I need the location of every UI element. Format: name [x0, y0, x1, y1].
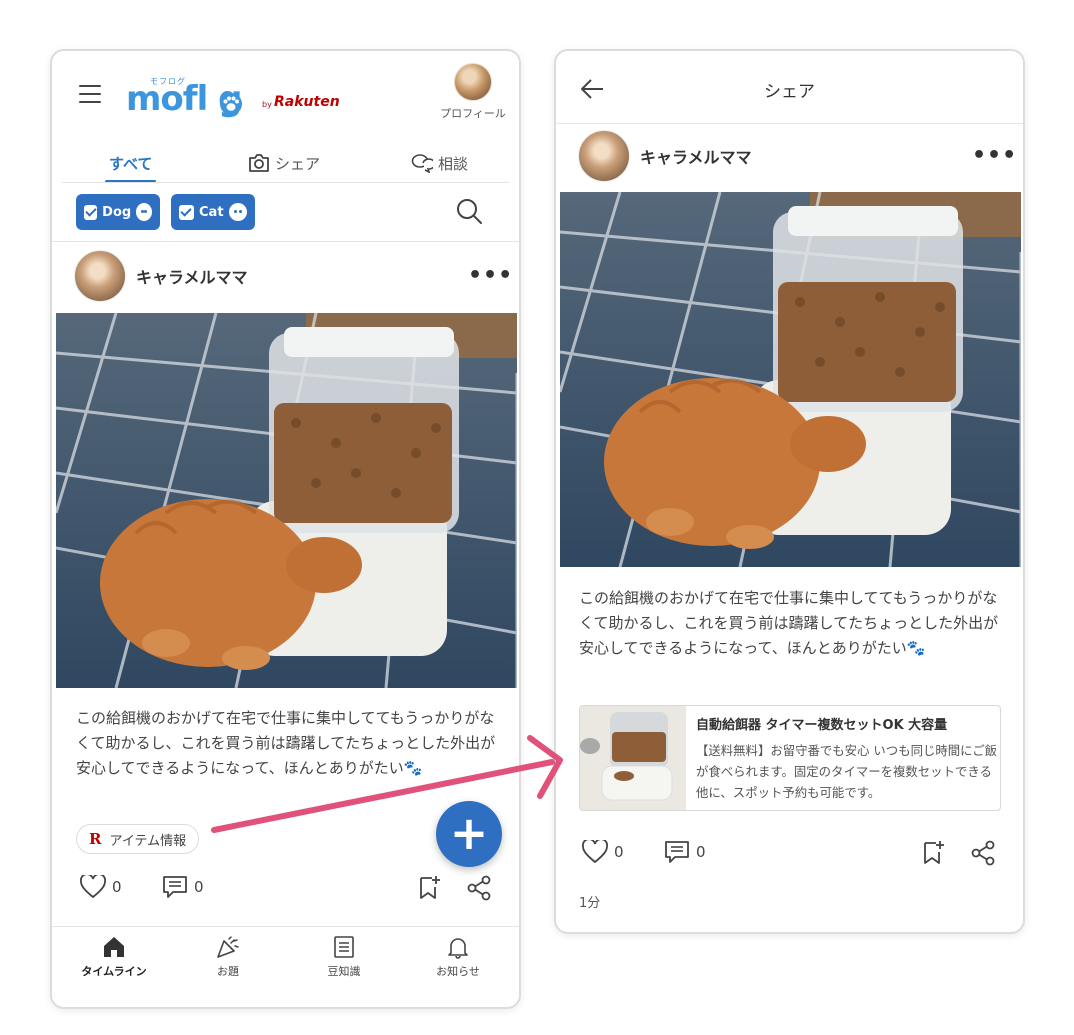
comment-count: 0: [194, 878, 204, 896]
like-button[interactable]: 0: [80, 875, 162, 899]
checkbox-checked-icon: [84, 204, 98, 220]
party-popper-icon: [217, 936, 239, 958]
timeline-screen: モフログ mofl g by Rakuten プロフィール すべて シェア 相談…: [50, 49, 521, 1009]
bottom-navigation: タイムライン お題 豆知識 お知らせ: [52, 926, 519, 1002]
article-icon: [334, 936, 354, 958]
header-divider: [556, 123, 1023, 124]
post-caption: この給餌機のおかげて在宅で仕事に集中しててもうっかりがなくて助かるし、これを買う…: [579, 589, 999, 657]
logo-by: by: [262, 100, 272, 109]
profile-avatar: [454, 63, 492, 101]
filter-dog-chip[interactable]: Dog: [76, 194, 160, 230]
comment-icon: [163, 876, 187, 898]
tab-all[interactable]: すべて: [104, 143, 157, 183]
comment-icon: [665, 841, 689, 863]
product-thumbnail: [580, 706, 686, 810]
bookmark-add-icon[interactable]: [922, 840, 946, 866]
rakuten-r-icon: R: [89, 830, 102, 848]
username[interactable]: キャラメルママ: [136, 264, 248, 288]
camera-icon: [249, 154, 269, 172]
page-title: シェア: [764, 82, 815, 102]
comment-button[interactable]: 0: [162, 875, 204, 899]
post-actions: 0 0: [80, 875, 204, 899]
post-author[interactable]: キャラメルママ: [578, 130, 752, 182]
home-icon: [104, 937, 124, 957]
like-count: 0: [112, 878, 122, 896]
filter-cat-label: Cat: [199, 204, 224, 220]
nav-trivia-label: 豆知識: [327, 965, 361, 978]
search-icon[interactable]: [454, 196, 486, 228]
tabs-divider: [62, 182, 509, 183]
filter-dog-label: Dog: [102, 204, 132, 220]
like-button[interactable]: 0: [582, 840, 664, 864]
nav-notifications-label: お知らせ: [436, 965, 480, 978]
heart-icon: [582, 840, 608, 864]
profile-label: プロフィール: [440, 107, 506, 120]
profile-button[interactable]: プロフィール: [437, 63, 509, 121]
comment-button[interactable]: 0: [664, 840, 706, 864]
avatar[interactable]: [578, 130, 630, 182]
avatar[interactable]: [74, 250, 126, 302]
paw-icon: [220, 93, 242, 115]
nav-topics-label: お題: [217, 965, 239, 978]
filter-cat-chip[interactable]: Cat: [171, 194, 255, 230]
post-caption: この給餌機のおかげて在宅で仕事に集中しててもうっかりがなくて助かるし、これを買う…: [76, 709, 496, 777]
product-description: 【送料無料】お留守番でも安心 いつも同じ時間にご飯が食べられます。固定のタイマー…: [696, 743, 998, 800]
tab-all-label: すべて: [109, 154, 153, 173]
nav-timeline[interactable]: タイムライン: [69, 935, 159, 979]
checkbox-checked-icon: [179, 204, 194, 220]
tab-consult[interactable]: 相談: [411, 143, 468, 183]
cat-icon: [228, 203, 247, 221]
menu-icon[interactable]: [79, 85, 101, 103]
share-icon[interactable]: [466, 875, 492, 901]
chat-icon: [411, 154, 433, 173]
item-info-button[interactable]: R アイテム情報: [76, 824, 200, 854]
more-options-icon[interactable]: •••: [468, 263, 513, 288]
dog-icon: [136, 203, 152, 221]
post-photo[interactable]: [560, 192, 1021, 567]
post-actions: 0 0: [582, 840, 706, 864]
more-options-icon[interactable]: •••: [972, 143, 1017, 168]
post-photo[interactable]: [56, 313, 517, 688]
create-post-button[interactable]: +: [436, 801, 502, 867]
rakuten-logo: Rakuten: [274, 94, 340, 110]
cat-feeder-photo: [56, 313, 517, 688]
bell-icon: [448, 938, 468, 959]
feed-tabs: すべて シェア 相談: [62, 143, 512, 183]
tab-share[interactable]: シェア: [248, 143, 320, 183]
bookmark-add-icon[interactable]: [418, 875, 442, 901]
share-icon[interactable]: [970, 840, 996, 866]
item-info-label: アイテム情報: [109, 833, 187, 849]
filter-divider: [52, 241, 519, 242]
product-card[interactable]: 自動給餌器 タイマー複数セットOK 大容量 【送料無料】お留守番でも安心 いつも…: [579, 705, 1001, 811]
username[interactable]: キャラメルママ: [640, 144, 752, 168]
share-detail-screen: シェア キャラメルママ ••• この給餌機のおかげて在宅で仕事に集中しててもうっ…: [554, 49, 1025, 934]
nav-trivia[interactable]: 豆知識: [299, 935, 389, 979]
nav-timeline-label: タイムライン: [81, 965, 147, 978]
cat-feeder-photo: [560, 192, 1021, 567]
tab-share-label: シェア: [275, 154, 321, 173]
post-author[interactable]: キャラメルママ: [74, 250, 248, 302]
nav-topics[interactable]: お題: [183, 935, 273, 979]
heart-icon: [80, 875, 106, 899]
comment-count: 0: [696, 843, 706, 861]
product-title: 自動給餌器 タイマー複数セットOK 大容量: [696, 718, 948, 733]
nav-notifications[interactable]: お知らせ: [413, 935, 503, 979]
moflog-logo[interactable]: モフログ mofl g by Rakuten: [126, 73, 340, 123]
like-count: 0: [614, 843, 624, 861]
feeder-product-image: [580, 706, 686, 810]
tab-consult-label: 相談: [438, 154, 469, 173]
post-timestamp: 1分: [579, 896, 601, 911]
